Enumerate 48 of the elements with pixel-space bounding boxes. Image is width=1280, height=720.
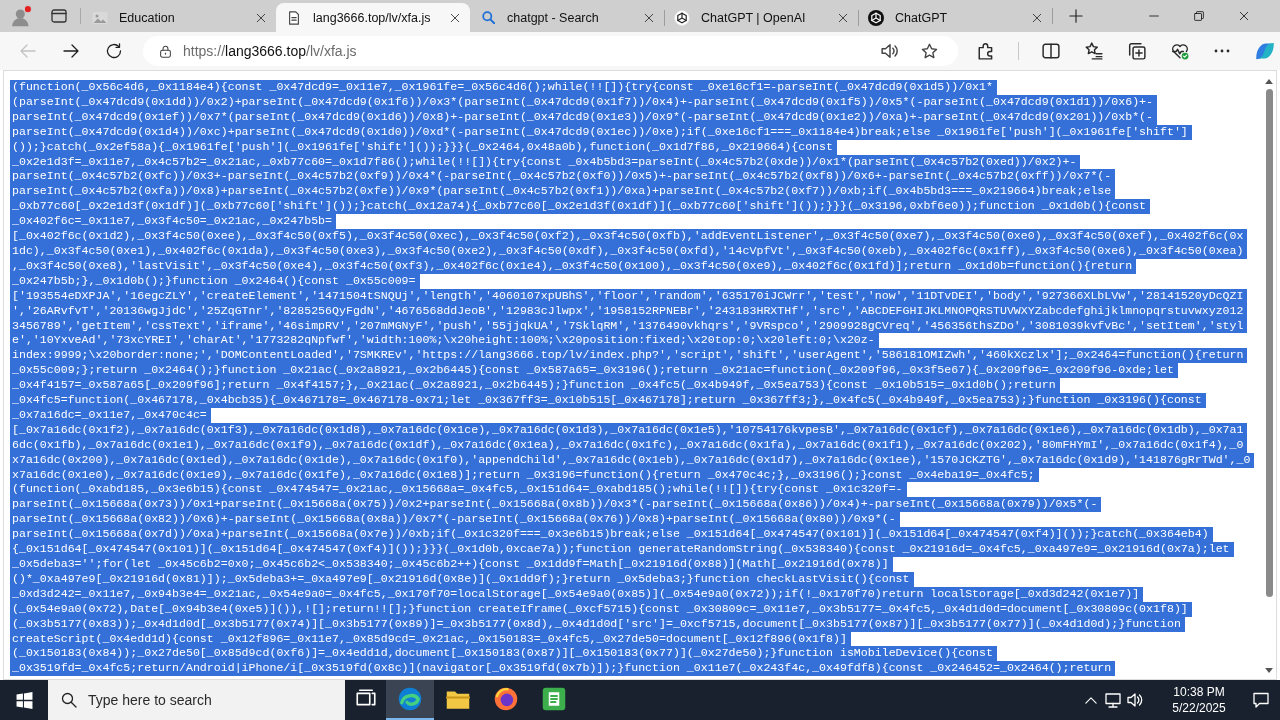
close-icon[interactable] [644,12,654,23]
search-field[interactable]: Type here to search [48,680,345,720]
close-icon[interactable] [450,12,460,23]
address-field[interactable]: https://lang3666.top/lv/xfa.js [143,36,958,66]
clock-time[interactable]: 10:38 PM [1173,684,1225,700]
caret-down-icon[interactable] [1265,668,1273,673]
flame-globe-icon [494,687,518,711]
image-icon [92,9,108,26]
star-icon[interactable] [921,42,938,60]
browser-tab[interactable]: ChatGPT | OpenAI [664,3,858,32]
more-options-icon[interactable] [1214,49,1230,53]
window-panes-icon[interactable] [15,691,33,709]
browser-tab[interactable]: chatgpt - Search [470,3,664,32]
speaker-icon[interactable] [1127,692,1143,708]
network-icon[interactable] [1105,692,1121,708]
close-icon[interactable] [838,12,848,23]
wave-circle-icon [398,687,422,711]
restore-icon[interactable] [1193,11,1204,21]
cube-disc-icon [868,9,884,26]
collections-icon[interactable] [1128,42,1146,60]
split-screen-icon[interactable] [1042,42,1060,60]
avatar-icon[interactable] [10,5,32,27]
star-list-icon[interactable] [1085,42,1103,60]
close-icon[interactable] [1032,12,1042,23]
notification-icon[interactable] [1253,692,1269,708]
lock-icon[interactable] [159,44,172,58]
arrow-right-icon[interactable] [63,43,79,59]
cube-icon [674,9,690,26]
notepad-icon [542,687,566,711]
search-icon [481,11,495,24]
browser-tab[interactable]: lang3666.top/lv/xfa.js [276,3,470,32]
clock-date[interactable]: 5/22/2025 [1172,700,1226,716]
heart-pulse-icon[interactable] [1171,42,1189,60]
browser-tab[interactable]: ChatGPT [858,3,1052,32]
swirl-logo-icon[interactable] [1255,41,1275,61]
file-icon [287,10,301,25]
browser-tab[interactable]: Education [82,3,276,32]
search-icon [61,692,77,708]
plus-icon[interactable] [1069,9,1083,23]
sound-waves-icon[interactable] [881,42,899,60]
refresh-icon[interactable] [106,43,122,59]
puzzle-icon[interactable] [977,42,995,60]
caret-up-icon[interactable] [1085,696,1097,704]
close-icon[interactable] [1238,11,1249,21]
scrollbar-thumb[interactable] [1265,89,1273,597]
close-icon[interactable] [256,12,266,23]
caret-up-icon[interactable] [1265,79,1273,84]
window-icon[interactable] [51,8,67,24]
